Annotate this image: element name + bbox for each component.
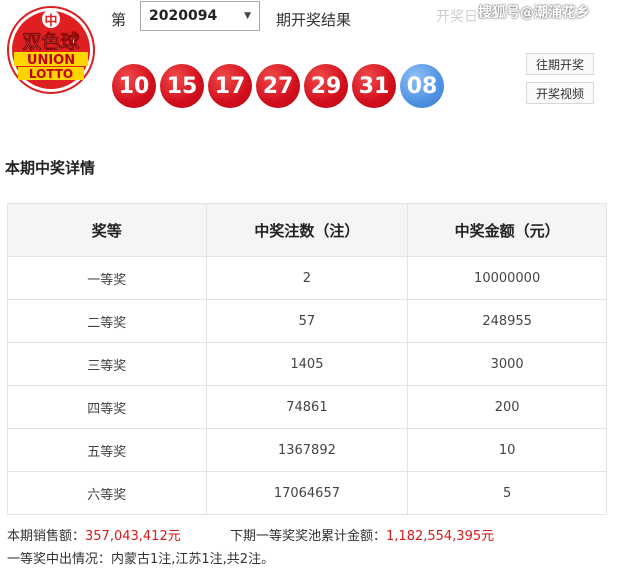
pool-label: 下期一等奖奖池累计金额： [230,529,387,544]
history-draws-button[interactable]: 往期开奖 [526,53,594,75]
prize-amount-cell: 5 [407,471,607,515]
svg-text:中: 中 [44,13,57,29]
prize-amount-cell: 3000 [407,342,607,386]
prize-level-cell: 三等奖 [7,342,207,386]
red-ball: 29 [304,64,348,108]
chevron-down-icon: ▼ [244,11,251,21]
table-header-row: 奖等 中奖注数（注） 中奖金额（元） [7,203,607,257]
result-suffix-label: 期开奖结果 [276,11,352,29]
column-header: 奖等 [7,203,207,257]
section-title: 本期中奖详情 [5,159,96,177]
prize-level-cell: 二等奖 [7,299,207,343]
pool-value: 1,182,554,395元 [386,529,495,544]
sales-label: 本期销售额： [7,529,86,544]
prize-amount-cell: 248955 [407,299,607,343]
logo-brand-cn: 双色球 [22,30,80,53]
issue-prefix-label: 第 [111,11,127,29]
red-ball: 31 [352,64,396,108]
winner-count-cell: 57 [205,299,409,343]
first-prize-winners-text: 一等奖中出情况：内蒙古1注,江苏1注,共2注。 [7,552,275,567]
winner-count-cell: 74861 [205,385,409,429]
sales-summary: 本期销售额：357,043,412元 [7,525,181,544]
prize-table: 奖等 中奖注数（注） 中奖金额（元） 一等奖 2 10000000 二等奖 57… [7,203,607,515]
table-row: 四等奖 74861 200 [7,385,607,429]
jackpot-pool-summary: 下期一等奖奖池累计金额：1,182,554,395元 [230,525,494,544]
table-row: 一等奖 2 10000000 [7,256,607,300]
prize-level-cell: 五等奖 [7,428,207,472]
draw-date-label: 开奖日 [436,9,478,25]
prize-amount-cell: 10000000 [407,256,607,300]
red-ball: 15 [160,64,204,108]
prize-level-cell: 六等奖 [7,471,207,515]
issue-select-value: 2020094 [149,8,218,24]
prize-amount-cell: 200 [407,385,607,429]
watermark: 搜狐号@潮涌花乡 [478,5,590,21]
logo-brand-en-2: LOTTO [29,67,73,81]
prize-level-cell: 四等奖 [7,385,207,429]
winner-count-cell: 2 [205,256,409,300]
winning-numbers: 10 15 17 27 29 31 08 [112,64,444,108]
red-ball: 27 [256,64,300,108]
draw-video-button[interactable]: 开奖视频 [526,82,594,104]
sales-value: 357,043,412元 [85,529,181,544]
table-row: 三等奖 1405 3000 [7,342,607,386]
winner-count-cell: 1405 [205,342,409,386]
table-row: 五等奖 1367892 10 [7,428,607,472]
logo-brand-en-1: UNION [27,53,75,68]
prize-amount-cell: 10 [407,428,607,472]
blue-ball: 08 [400,64,444,108]
winner-count-cell: 1367892 [205,428,409,472]
union-lotto-logo: 中 双色球 UNION LOTTO [6,6,96,94]
table-row: 六等奖 17064657 5 [7,471,607,515]
red-ball: 17 [208,64,252,108]
column-header: 中奖金额（元） [407,203,607,257]
table-row: 二等奖 57 248955 [7,299,607,343]
red-ball: 10 [112,64,156,108]
winner-count-cell: 17064657 [205,471,409,515]
issue-select[interactable]: 2020094 ▼ [140,1,260,31]
column-header: 中奖注数（注） [205,203,409,257]
prize-level-cell: 一等奖 [7,256,207,300]
